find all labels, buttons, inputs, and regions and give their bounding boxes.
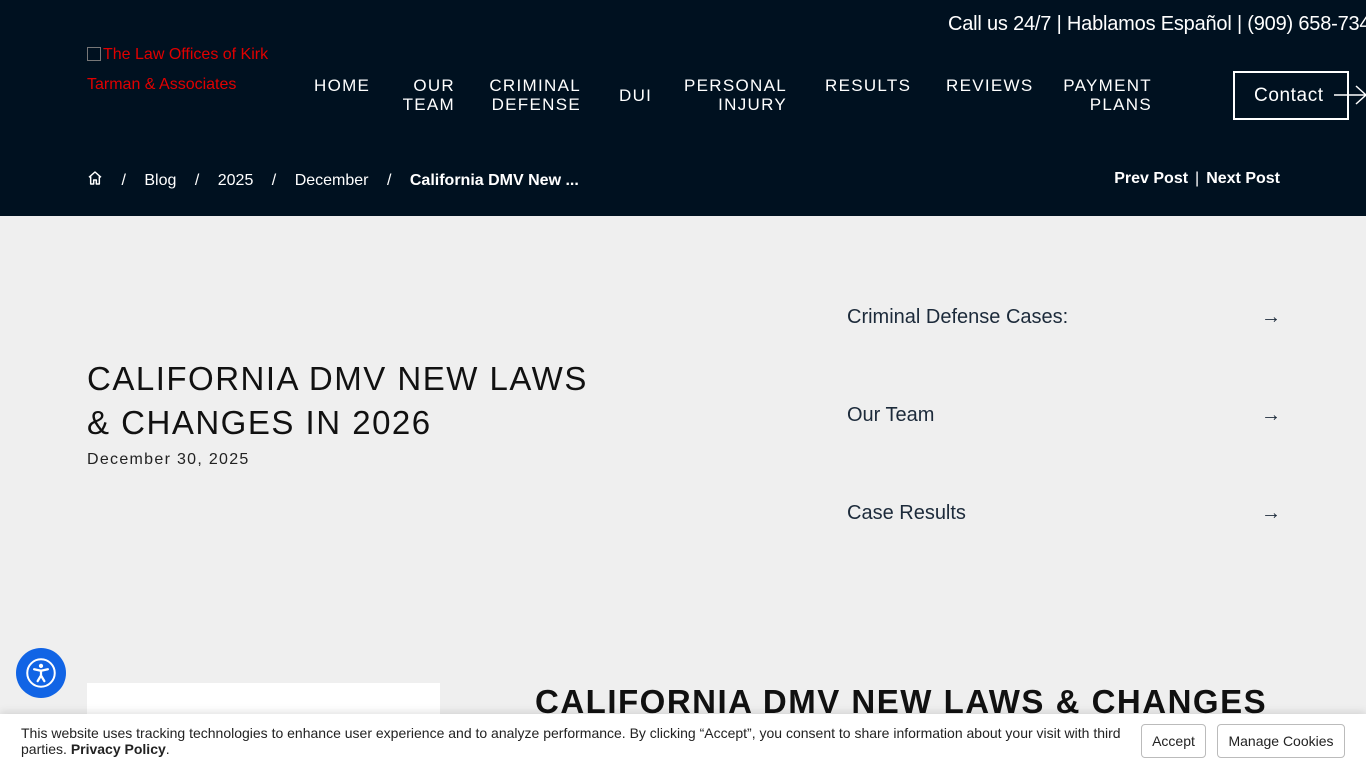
nav-results[interactable]: RESULTS [825,76,911,95]
nav-personal-injury-line1: PERSONAL [684,76,787,95]
home-icon[interactable] [87,170,103,191]
page-title: CALIFORNIA DMV NEW LAWS & CHANGES IN 202… [87,357,647,445]
accessibility-icon [26,658,56,688]
side-link-label: Criminal Defense Cases: [847,306,1069,328]
privacy-policy-link[interactable]: Privacy Policy [71,741,166,757]
post-nav-separator: | [1195,170,1200,187]
nav-payment-plans-line2: PLANS [1089,95,1152,114]
nav-personal-injury-line2: INJURY [718,95,787,114]
nav-reviews-label: REVIEWS [946,76,1034,95]
nav-criminal-defense-line1: CRIMINAL [489,76,581,95]
page-title-line2: & CHANGES IN 2026 [87,404,432,441]
breadcrumb-current: California DMV New ... [409,171,579,189]
nav-criminal-defense[interactable]: CRIMINAL DEFENSE [489,76,581,114]
side-link-label: Case Results [847,502,966,524]
nav-our-team[interactable]: OUR TEAM [403,76,455,114]
nav-reviews[interactable]: REVIEWS [946,76,1034,95]
breadcrumb: / Blog / 2025 / December / California DM… [87,170,579,191]
nav-criminal-defense-line2: DEFENSE [491,95,581,114]
site-header: Call us 24/7 | Hablamos Español | (909) … [0,0,1366,216]
cookie-banner: This website uses tracking technologies … [0,714,1366,768]
nav-home-label: HOME [314,76,371,95]
nav-dui[interactable]: DUI [619,86,652,105]
breadcrumb-separator: / [386,171,392,189]
accessibility-button[interactable] [16,648,66,698]
manage-cookies-button[interactable]: Manage Cookies [1217,724,1345,758]
nav-personal-injury[interactable]: PERSONAL INJURY [684,76,787,114]
nav-our-team-line1: OUR [413,76,455,95]
nav-results-label: RESULTS [825,76,912,95]
breadcrumb-blog[interactable]: Blog [144,172,176,190]
cookie-message: This website uses tracking technologies … [21,725,1131,757]
nav-home[interactable]: HOME [314,76,370,95]
page-title-line1: CALIFORNIA DMV NEW LAWS [87,360,588,397]
side-link-criminal-defense-cases[interactable]: Criminal Defense Cases: → [847,306,1281,336]
nav-payment-plans[interactable]: PAYMENT PLANS [1063,76,1152,114]
side-link-label: Our Team [847,404,935,426]
prev-post-link[interactable]: Prev Post [1114,170,1188,187]
breadcrumb-year[interactable]: 2025 [218,172,254,190]
arrow-right-icon: → [1261,306,1281,328]
cookie-text: This website uses tracking technologies … [21,725,1121,757]
contact-button[interactable]: Contact [1233,71,1349,120]
breadcrumb-separator: / [121,171,126,189]
post-navigation: Prev Post | Next Post [1114,170,1280,188]
arrow-right-icon: → [1261,404,1281,426]
nav-payment-plans-line1: PAYMENT [1063,76,1152,95]
accept-button[interactable]: Accept [1141,724,1206,758]
breadcrumb-separator: / [271,171,277,189]
nav-our-team-line2: TEAM [402,95,455,114]
next-post-link[interactable]: Next Post [1206,170,1280,187]
cookie-text-period: . [165,741,170,757]
logo-alt-text: The Law Offices of Kirk Tarman & Associa… [87,46,269,93]
nav-dui-label: DUI [619,86,653,105]
side-link-our-team[interactable]: Our Team → [847,404,1281,434]
arrow-right-icon [1334,85,1366,105]
site-logo[interactable]: The Law Offices of Kirk Tarman & Associa… [87,40,287,100]
arrow-right-icon: → [1261,502,1281,524]
breadcrumb-separator: / [194,171,200,189]
broken-image-icon [87,47,101,61]
side-link-case-results[interactable]: Case Results → [847,502,1281,532]
contact-topbar[interactable]: Call us 24/7 | Hablamos Español | (909) … [948,13,1366,36]
breadcrumb-month[interactable]: December [295,172,369,190]
post-date: December 30, 2025 [87,451,250,468]
